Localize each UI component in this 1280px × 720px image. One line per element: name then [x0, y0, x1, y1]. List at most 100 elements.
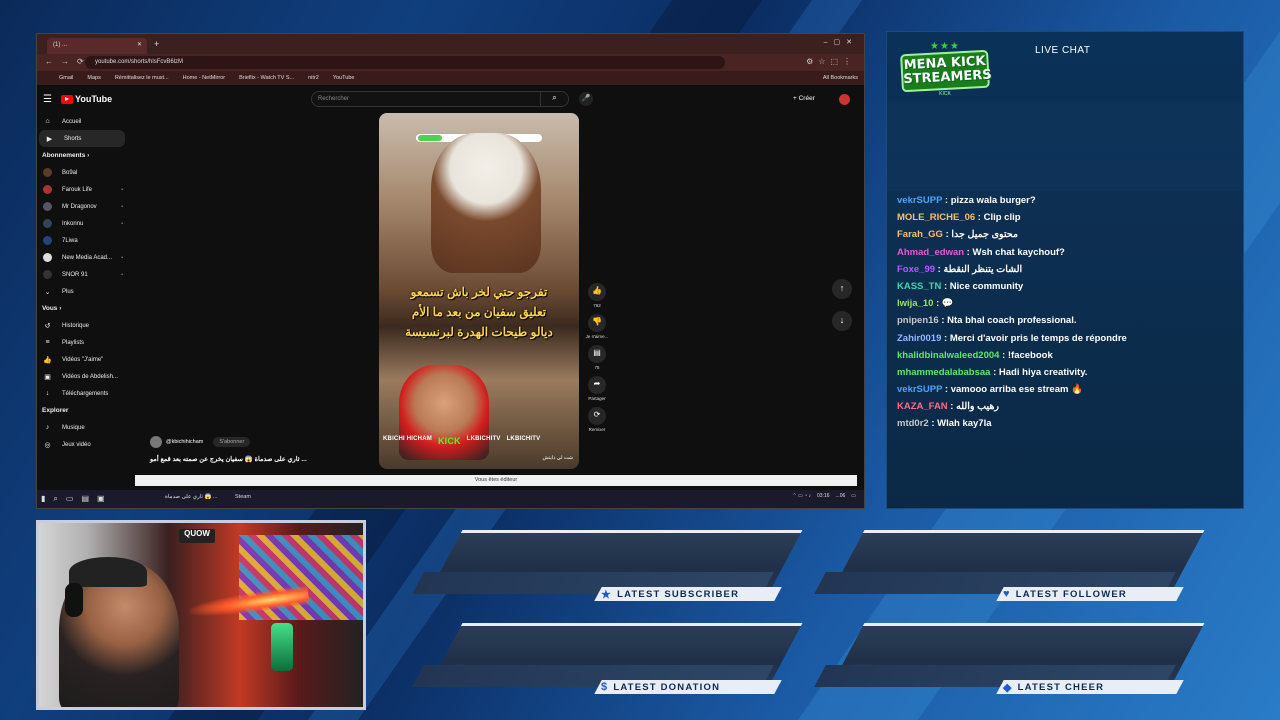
bookmark[interactable]: Maps	[87, 75, 100, 81]
subscriptions-header[interactable]: Abonnements ›	[37, 147, 129, 164]
extension-icons[interactable]: ⚙☆⬚⋮	[806, 57, 856, 66]
chat-text: : Wlah kay7la	[928, 418, 992, 430]
sidebar-item-your-videos[interactable]: ▣ Vidéos de Abdelish...	[37, 368, 129, 385]
sidebar-sub-item[interactable]: Bo9al	[37, 164, 129, 181]
sidebar-item-more[interactable]: ⌄ Plus	[37, 283, 129, 300]
bookmark[interactable]: nitr2	[308, 75, 319, 81]
start-icon[interactable]: ▮	[41, 494, 45, 504]
menu-icon[interactable]: ☰	[43, 94, 52, 105]
share-button[interactable]: ➦ Partager	[585, 376, 609, 401]
sidebar-item-label: 7Liwa	[62, 237, 78, 244]
sidebar-sub-item[interactable]: Mr Dragonov •	[37, 198, 129, 215]
chat-username[interactable]: lwija_10	[897, 298, 933, 309]
chat-text: : vamooo arriba ese stream 🔥	[942, 384, 1083, 396]
sidebar-item-shorts[interactable]: ▶ Shorts	[39, 130, 125, 147]
youtube-page: ☰ YouTube Rechercher ⌕ 🎤 + Créer ⌂ Accue…	[37, 85, 864, 479]
chat-message: Zahir0019 : Merci d'avoir pris le temps …	[897, 330, 1237, 347]
taskbar-app-browser[interactable]: ثاري على صدماة 😱 ...	[165, 494, 217, 500]
chat-message: MOLE_RICHE_06 : Clip clip	[897, 209, 1237, 226]
like-icon: 👍	[588, 283, 606, 301]
home-icon: ⌂	[45, 118, 50, 125]
bookmark[interactable]: Home - NetMirror	[183, 75, 225, 81]
chat-username[interactable]: mtd0r2	[897, 418, 929, 429]
chat-username[interactable]: KASS_TN	[897, 281, 941, 292]
mic-icon[interactable]: 🎤	[579, 92, 593, 106]
chat-username[interactable]: Farah_GG	[897, 229, 943, 240]
channel-avatar	[43, 185, 52, 194]
sidebar-item-music[interactable]: ♪ Musique	[37, 419, 129, 436]
new-content-dot: •	[121, 220, 123, 227]
chat-text: : 💬	[933, 298, 954, 310]
chat-message: KAZA_FAN : رهيب والله	[897, 398, 1237, 415]
gaming-icon: ◎	[44, 441, 51, 449]
chat-username[interactable]: khalidbinalwaleed2004	[897, 350, 999, 361]
sidebar-item-gaming[interactable]: ◎ Jeux vidéo	[37, 436, 129, 453]
bookmark[interactable]: Rémittalisez le must...	[115, 75, 169, 81]
chat-username[interactable]: vekrSUPP	[897, 384, 942, 395]
you-header[interactable]: Vous ›	[37, 300, 129, 317]
chat-message: KASS_TN : Nice community	[897, 278, 1237, 295]
previous-short-button[interactable]: ↑	[832, 279, 852, 299]
comment-button[interactable]: ▤ 75	[585, 345, 609, 370]
sidebar-sub-item[interactable]: New Media Acad... •	[37, 249, 129, 266]
subscribe-button[interactable]: S'abonner	[213, 437, 251, 447]
remix-button[interactable]: ⟳ Remixer	[585, 407, 609, 432]
youtube-logo[interactable]: YouTube	[61, 94, 112, 104]
next-short-button[interactable]: ↓	[832, 311, 852, 331]
sidebar-sub-item[interactable]: 7Liwa	[37, 232, 129, 249]
chat-username[interactable]: vekrSUPP	[897, 195, 942, 206]
account-avatar[interactable]	[839, 94, 850, 105]
sidebar-item-history[interactable]: ↺ Historique	[37, 317, 129, 334]
sidebar-item-label: Farouk Life	[62, 186, 93, 193]
all-bookmarks[interactable]: All Bookmarks	[823, 75, 858, 81]
file-explorer-icon[interactable]: ▭	[66, 494, 74, 504]
short-video-player[interactable]: SUBSCRIBERS تفرجو حتي لخر باش تسمعو تعلي…	[379, 113, 579, 469]
sidebar-item-playlists[interactable]: ≡ Playlists	[37, 334, 129, 351]
sidebar-item-downloads[interactable]: ↓ Téléchargements	[37, 385, 129, 402]
search-input[interactable]: Rechercher ⌕	[311, 91, 569, 107]
chat-username[interactable]: Ahmad_edwan	[897, 247, 964, 258]
remix-label: Remixer	[588, 427, 606, 432]
window-controls[interactable]: –▢✕	[824, 38, 858, 46]
video-title[interactable]: ... ثاري على صدماة 😱 سفيان يخرج عن صمته …	[150, 455, 330, 463]
app-icon[interactable]: ▣	[97, 494, 105, 504]
taskbar-app-steam[interactable]: Steam	[235, 494, 251, 500]
sidebar-item-liked[interactable]: 👍 Vidéos "J'aime"	[37, 351, 129, 368]
tray-icons[interactable]: ⌃ ▭ ◔ ♪	[792, 493, 811, 499]
chat-username[interactable]: Foxe_99	[897, 264, 935, 275]
latest-subscriber-panel: ★ LATEST SUBSCRIBER	[412, 530, 848, 602]
chat-username[interactable]: KAZA_FAN	[897, 401, 948, 412]
share-icon: ➦	[588, 376, 606, 394]
new-tab-icon[interactable]: +	[154, 39, 159, 49]
channel-avatar[interactable]	[150, 436, 162, 448]
headset-icon	[65, 583, 83, 617]
notifications-icon[interactable]: ▭	[851, 493, 856, 499]
bookmark[interactable]: Brieflix - Watch TV S...	[239, 75, 294, 81]
bookmark[interactable]: YouTube	[333, 75, 355, 81]
logo-line: STREAMERS	[903, 67, 993, 88]
chat-username[interactable]: Zahir0019	[897, 333, 941, 344]
channel-handle[interactable]: @kbichihicham	[166, 439, 203, 445]
sidebar-sub-item[interactable]: Inkonnu •	[37, 215, 129, 232]
address-bar[interactable]: youtube.com/shorts/hlsFcvB6lzM	[85, 56, 725, 69]
search-icon[interactable]: ⌕	[540, 91, 568, 107]
bookmark[interactable]: Gmail	[59, 75, 73, 81]
kick-handle: LKBICHITV	[506, 436, 541, 442]
new-content-dot: •	[121, 186, 123, 193]
chat-username[interactable]: pnipen16	[897, 315, 939, 326]
create-button[interactable]: + Créer	[793, 95, 815, 102]
browser-tab[interactable]: (1) ... ✕	[47, 38, 147, 54]
sidebar-sub-item[interactable]: Farouk Life •	[37, 181, 129, 198]
close-tab-icon[interactable]: ✕	[137, 41, 142, 48]
dislike-button[interactable]: 👎 Je n'aime...	[585, 314, 609, 339]
chat-username[interactable]: MOLE_RICHE_06	[897, 212, 975, 223]
chat-message: vekrSUPP : vamooo arriba ese stream 🔥	[897, 381, 1237, 398]
chat-username[interactable]: mhammedalababsaa	[897, 367, 990, 378]
sidebar-item-home[interactable]: ⌂ Accueil	[37, 113, 129, 130]
folder-icon[interactable]: ▤	[81, 494, 89, 504]
like-button[interactable]: 👍 762	[585, 283, 609, 308]
search-icon[interactable]: ⌕	[53, 494, 57, 504]
wall-sign: QUOW	[179, 529, 215, 543]
music-icon: ♪	[45, 424, 50, 431]
sidebar-sub-item[interactable]: SNOR 91 •	[37, 266, 129, 283]
